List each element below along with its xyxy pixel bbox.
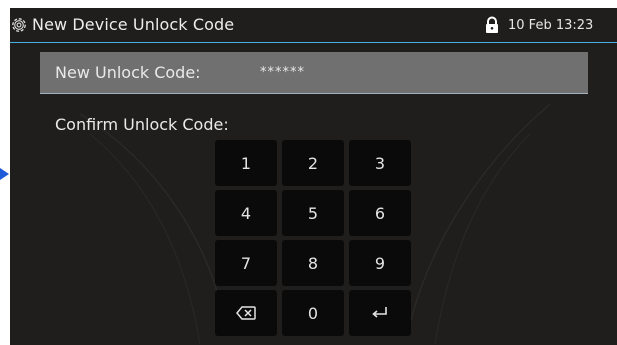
gear-icon	[12, 18, 26, 32]
new-unlock-code-field[interactable]: New Unlock Code: ******	[40, 52, 588, 94]
title-bar: New Device Unlock Code 10 Feb 13:23	[10, 8, 617, 43]
numeric-keypad: 1 2 3 4 5 6 7 8 9 0	[215, 140, 413, 336]
key-4[interactable]: 4	[215, 190, 277, 236]
pointer-arrow	[0, 168, 9, 180]
field-value: ******	[260, 65, 305, 80]
key-5[interactable]: 5	[282, 190, 344, 236]
page-title: New Device Unlock Code	[32, 15, 235, 34]
key-3[interactable]: 3	[349, 140, 411, 186]
backspace-icon	[236, 306, 256, 320]
key-7[interactable]: 7	[215, 240, 277, 286]
field-label: Confirm Unlock Code:	[55, 115, 229, 134]
key-2[interactable]: 2	[282, 140, 344, 186]
key-9[interactable]: 9	[349, 240, 411, 286]
key-0[interactable]: 0	[282, 290, 344, 336]
backspace-key[interactable]	[215, 290, 277, 336]
key-1[interactable]: 1	[215, 140, 277, 186]
lock-icon	[486, 16, 498, 33]
key-6[interactable]: 6	[349, 190, 411, 236]
field-label: New Unlock Code:	[55, 63, 201, 82]
enter-key[interactable]	[349, 290, 411, 336]
device-screen: New Device Unlock Code 10 Feb 13:23 New …	[10, 8, 617, 345]
status-datetime: 10 Feb 13:23	[508, 18, 594, 33]
enter-icon	[372, 307, 387, 318]
key-8[interactable]: 8	[282, 240, 344, 286]
